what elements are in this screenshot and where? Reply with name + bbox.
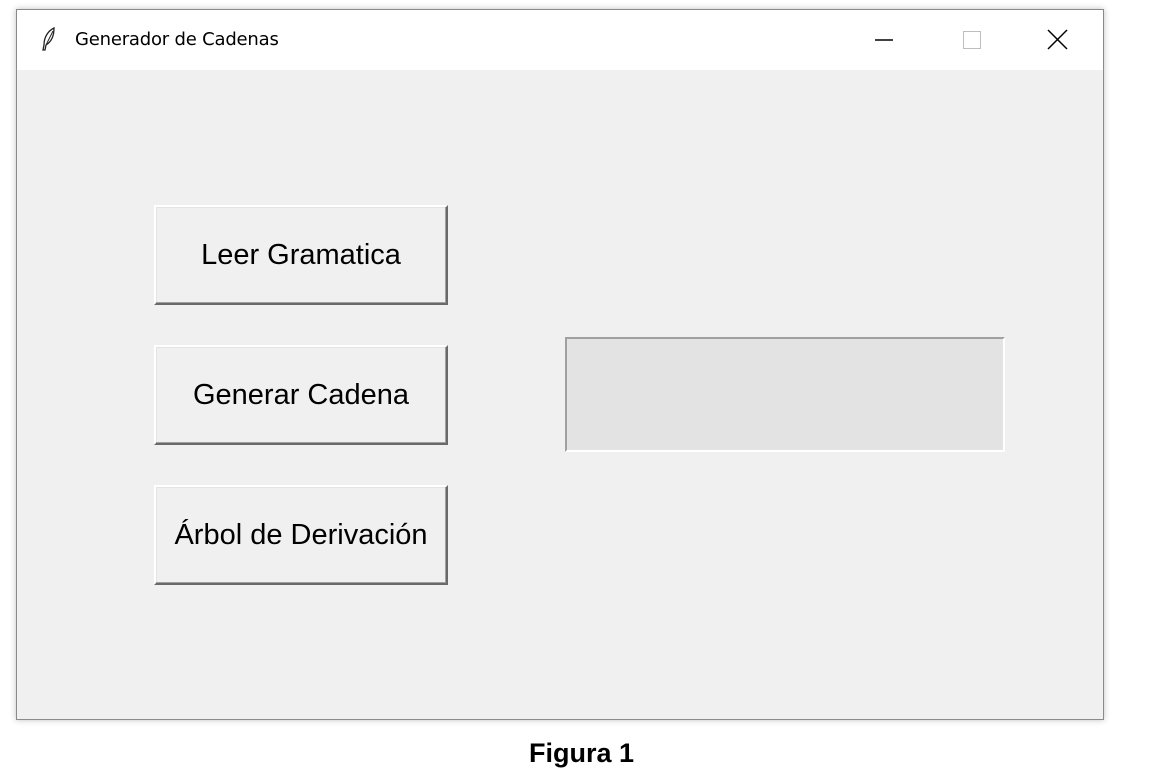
close-icon: [1047, 29, 1068, 50]
minimize-icon: [875, 39, 893, 41]
window-title: Generador de Cadenas: [75, 29, 279, 50]
maximize-icon: [963, 31, 981, 49]
output-display[interactable]: [565, 337, 1005, 452]
read-grammar-button[interactable]: Leer Gramatica: [154, 205, 448, 305]
derivation-tree-button[interactable]: Árbol de Derivación: [154, 485, 448, 585]
generate-string-button[interactable]: Generar Cadena: [154, 345, 448, 445]
minimize-button[interactable]: [837, 10, 927, 70]
feather-icon: [41, 26, 57, 51]
close-button[interactable]: [1013, 10, 1103, 70]
app-window: Generador de Cadenas Leer Gramatica Gene…: [16, 9, 1104, 720]
figure-caption: Figura 1: [528, 738, 635, 768]
maximize-button[interactable]: [925, 10, 1015, 70]
title-bar[interactable]: Generador de Cadenas: [17, 10, 1103, 70]
